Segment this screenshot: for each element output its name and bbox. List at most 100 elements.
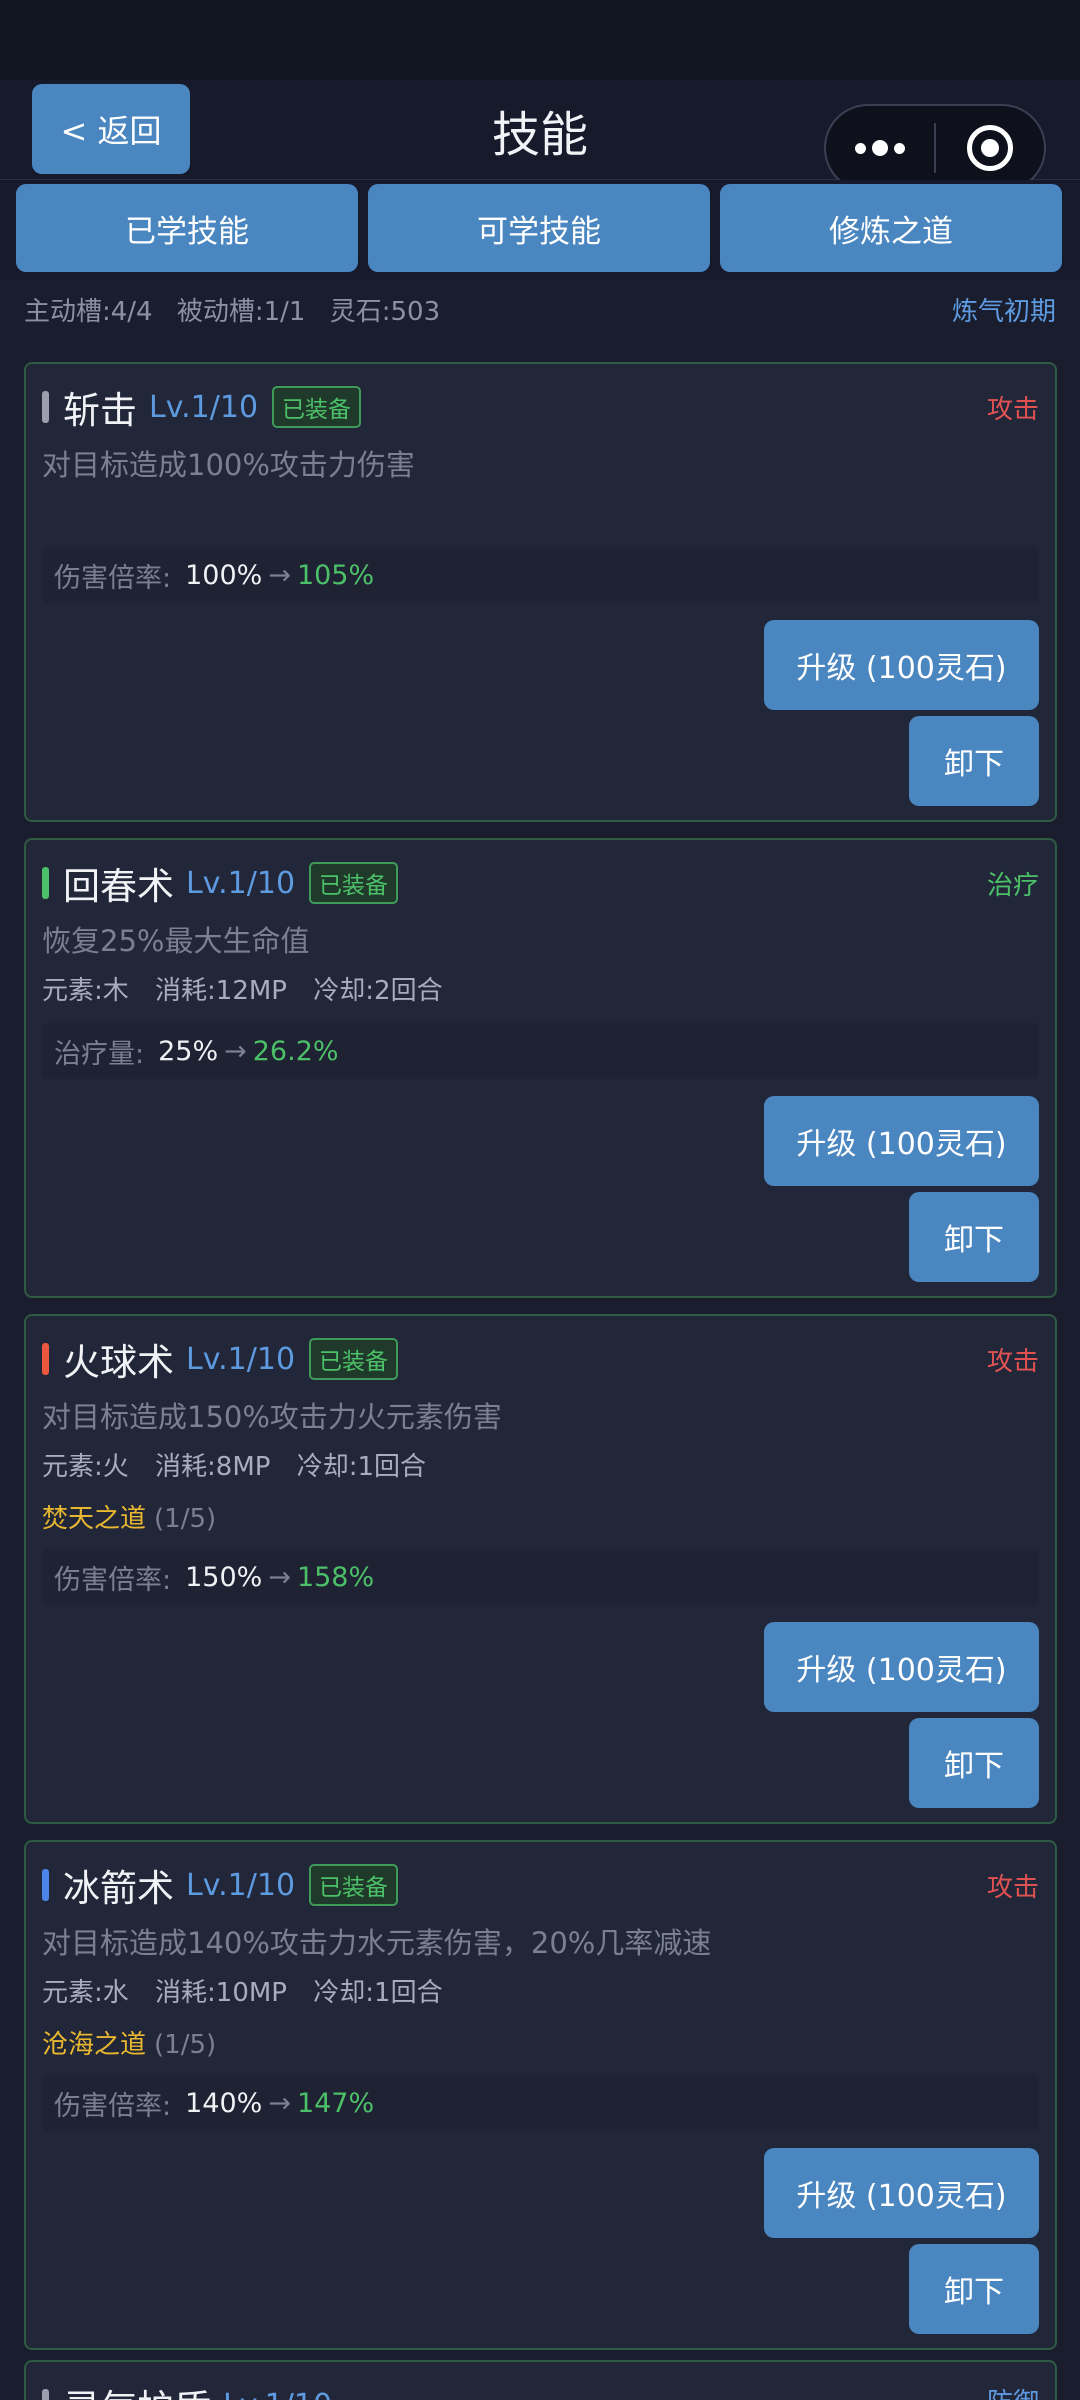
skill-element: 元素:木 xyxy=(42,976,129,1006)
equipped-badge: 已装备 xyxy=(272,386,362,428)
skill-description: 恢复25%最大生命值 xyxy=(42,924,310,958)
skill-card: 斩击 Lv.1/10 已装备 攻击 对目标造成100%攻击力伤害 伤害倍率: 1… xyxy=(24,362,1057,822)
skill-element: 元素:水 xyxy=(42,1978,129,2008)
stat-next: 147% xyxy=(296,2087,375,2119)
stat-current: 100% xyxy=(185,559,263,591)
skill-type: 防御 xyxy=(987,2382,1039,2400)
skill-color-mark xyxy=(42,1869,49,1901)
stat-row: 治疗量: 25% → 26.2% xyxy=(42,1023,1039,1079)
skill-meta: 元素:水 消耗:10MP 冷却:1回合 xyxy=(42,1972,461,2009)
equipped-badge: 已装备 xyxy=(309,862,399,904)
header: < 返回 技能 xyxy=(0,80,1080,192)
cultivation-path: 焚天之道 (1/5) xyxy=(42,1498,216,1535)
skill-level: Lv.1/10 xyxy=(223,2388,332,2400)
skill-cooldown: 冷却:1回合 xyxy=(313,1978,443,2008)
cultivation-path: 沧海之道 (1/5) xyxy=(42,2024,216,2061)
close-miniprogram-button[interactable] xyxy=(936,106,1044,190)
stat-row: 伤害倍率: 100% → 105% xyxy=(42,547,1039,603)
tabs-bar: 已学技能 可学技能 修炼之道 xyxy=(0,180,1080,280)
skill-header: 火球术 Lv.1/10 已装备 攻击 xyxy=(42,1334,1039,1384)
tab-cultivation-path[interactable]: 修炼之道 xyxy=(720,184,1062,272)
skill-type: 攻击 xyxy=(986,1872,1039,1903)
skill-level: Lv.1/10 xyxy=(186,1341,296,1377)
path-name: 焚天之道 xyxy=(42,1504,147,1534)
arrow-right-icon: → xyxy=(224,1035,247,1067)
equipped-badge: 已装备 xyxy=(309,1338,399,1380)
skill-color-mark xyxy=(42,391,49,423)
skill-color-mark xyxy=(42,867,49,899)
skill-cost: 消耗:10MP xyxy=(155,1978,287,2008)
arrow-right-icon: → xyxy=(268,1561,291,1593)
equipped-badge: 已装备 xyxy=(309,1864,399,1906)
stat-label: 治疗量: xyxy=(54,1038,145,1070)
skill-header: 斩击 Lv.1/10 已装备 攻击 xyxy=(42,382,1039,432)
stat-current: 25% xyxy=(158,1035,219,1067)
path-progress: (1/5) xyxy=(154,2030,217,2060)
skill-card-partial: 灵气护盾 Lv.1/10 防御 xyxy=(24,2360,1057,2400)
realm-label: 炼气初期 xyxy=(951,296,1056,327)
skill-color-mark xyxy=(42,2389,49,2400)
miniprogram-capsule xyxy=(824,104,1046,192)
stat-current: 140% xyxy=(185,2087,263,2119)
skill-description: 对目标造成100%攻击力伤害 xyxy=(42,448,415,482)
stat-current: 150% xyxy=(185,1561,263,1593)
path-name: 沧海之道 xyxy=(42,2030,147,2060)
skill-cooldown: 冷却:2回合 xyxy=(313,976,443,1006)
unequip-button[interactable]: 卸下 xyxy=(909,1192,1039,1282)
tab-learned-skills[interactable]: 已学技能 xyxy=(16,184,358,272)
skill-name: 火球术 xyxy=(63,1341,174,1384)
active-slots: 主动槽:4/4 xyxy=(24,296,153,327)
slot-info: 主动槽:4/4 被动槽:1/1 灵石:503 xyxy=(24,291,456,328)
skills-screen: < 返回 技能 已学技能 可学技能 修炼之道 主动槽:4/4 被动槽:1/1 灵… xyxy=(0,0,1080,2400)
info-row: 主动槽:4/4 被动槽:1/1 灵石:503 炼气初期 xyxy=(0,280,1080,338)
upgrade-button[interactable]: 升级 (100灵石) xyxy=(764,2148,1039,2238)
skill-header: 回春术 Lv.1/10 已装备 治疗 xyxy=(42,858,1039,908)
skill-level: Lv.1/10 xyxy=(149,389,259,425)
unequip-button[interactable]: 卸下 xyxy=(909,716,1039,806)
unequip-button[interactable]: 卸下 xyxy=(909,1718,1039,1808)
stat-row: 伤害倍率: 150% → 158% xyxy=(42,1549,1039,1605)
upgrade-button[interactable]: 升级 (100灵石) xyxy=(764,1096,1039,1186)
more-dots-icon xyxy=(855,140,905,156)
skill-type: 攻击 xyxy=(986,394,1039,425)
skill-name: 斩击 xyxy=(63,389,137,432)
skill-card: 回春术 Lv.1/10 已装备 治疗 恢复25%最大生命值 元素:木 消耗:12… xyxy=(24,838,1057,1298)
skill-type: 治疗 xyxy=(986,870,1039,901)
skill-name: 回春术 xyxy=(63,865,174,908)
stat-label: 伤害倍率: xyxy=(54,1564,172,1596)
skill-name: 灵气护盾 xyxy=(63,2378,211,2400)
skill-meta: 元素:木 消耗:12MP 冷却:2回合 xyxy=(42,970,461,1007)
tab-learnable-skills[interactable]: 可学技能 xyxy=(368,184,710,272)
skill-cooldown: 冷却:1回合 xyxy=(296,1452,427,1482)
upgrade-button[interactable]: 升级 (100灵石) xyxy=(764,1622,1039,1712)
spirit-stones: 灵石:503 xyxy=(329,296,441,327)
skill-cost: 消耗:12MP xyxy=(155,976,287,1006)
upgrade-button[interactable]: 升级 (100灵石) xyxy=(764,620,1039,710)
skill-color-mark xyxy=(42,1343,49,1375)
skill-type: 攻击 xyxy=(986,1346,1039,1377)
arrow-right-icon: → xyxy=(268,2087,291,2119)
skill-description: 对目标造成140%攻击力水元素伤害，20%几率减速 xyxy=(42,1926,712,1960)
stat-row: 伤害倍率: 140% → 147% xyxy=(42,2075,1039,2131)
stat-label: 伤害倍率: xyxy=(54,562,172,594)
skill-element: 元素:火 xyxy=(42,1452,129,1482)
skill-cost: 消耗:8MP xyxy=(155,1452,271,1482)
more-menu-button[interactable] xyxy=(826,106,934,190)
passive-slots: 被动槽:1/1 xyxy=(176,296,306,327)
skill-meta: 元素:火 消耗:8MP 冷却:1回合 xyxy=(42,1446,444,1483)
stat-next: 158% xyxy=(296,1561,375,1593)
stat-next: 105% xyxy=(296,559,375,591)
unequip-button[interactable]: 卸下 xyxy=(909,2244,1039,2334)
skill-level: Lv.1/10 xyxy=(186,865,296,901)
path-progress: (1/5) xyxy=(154,1504,217,1534)
stat-label: 伤害倍率: xyxy=(54,2090,172,2122)
skill-name: 冰箭术 xyxy=(63,1867,174,1910)
skill-description: 对目标造成150%攻击力火元素伤害 xyxy=(42,1400,502,1434)
back-button[interactable]: < 返回 xyxy=(32,84,190,174)
skill-level: Lv.1/10 xyxy=(186,1867,296,1903)
skill-card: 火球术 Lv.1/10 已装备 攻击 对目标造成150%攻击力火元素伤害 元素:… xyxy=(24,1314,1057,1824)
stat-next: 26.2% xyxy=(252,1035,339,1067)
skill-header: 冰箭术 Lv.1/10 已装备 攻击 xyxy=(42,1860,1039,1910)
skill-card: 冰箭术 Lv.1/10 已装备 攻击 对目标造成140%攻击力水元素伤害，20%… xyxy=(24,1840,1057,2350)
skill-header: 灵气护盾 Lv.1/10 xyxy=(42,2378,346,2400)
